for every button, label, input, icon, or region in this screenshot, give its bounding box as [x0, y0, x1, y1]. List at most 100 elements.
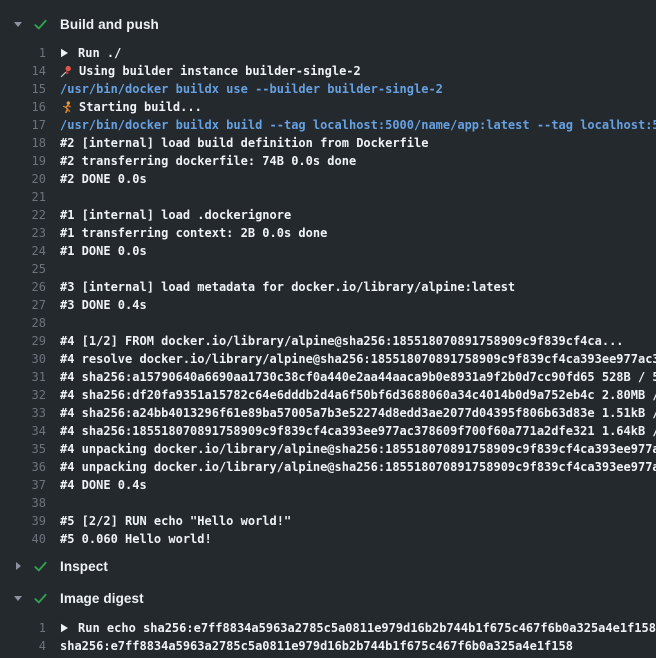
- line-number[interactable]: 27: [0, 296, 46, 314]
- line-number[interactable]: 24: [0, 242, 46, 260]
- log-line: 14 Using builder instance builder-single-…: [0, 62, 656, 80]
- line-number[interactable]: 20: [0, 170, 46, 188]
- log-sections: Build and push1Run ./14Using builder ins…: [0, 12, 656, 655]
- section-header-build-and-push[interactable]: Build and push: [0, 12, 656, 36]
- line-text: #4 unpacking docker.io/library/alpine@sh…: [60, 440, 656, 458]
- line-number[interactable]: 22: [0, 206, 46, 224]
- line-number[interactable]: 18: [0, 134, 46, 152]
- play-icon[interactable]: [60, 48, 69, 58]
- section-title: Inspect: [60, 559, 108, 574]
- log-line: 24 #1 DONE 0.0s: [0, 242, 656, 260]
- line-text-content: #4 sha256:a15790640a6690aa1730c38cf0a440…: [60, 368, 656, 386]
- line-number[interactable]: 30: [0, 350, 46, 368]
- chevron-down-icon[interactable]: [12, 22, 24, 27]
- line-number[interactable]: 28: [0, 314, 46, 332]
- line-text: #5 0.060 Hello world!: [60, 530, 212, 548]
- log-line: 18 #2 [internal] load build definition fr…: [0, 134, 656, 152]
- line-number[interactable]: 15: [0, 80, 46, 98]
- success-check-icon: [33, 591, 50, 606]
- line-text-content: Run ./: [78, 44, 121, 62]
- chevron-right-icon[interactable]: [12, 562, 24, 570]
- line-text-content: Starting build...: [79, 98, 202, 116]
- line-text-content: /usr/bin/docker buildx use --builder bui…: [60, 80, 443, 98]
- log-line: 15/usr/bin/docker buildx use --builder b…: [0, 80, 656, 98]
- line-text: #1 [internal] load .dockerignore: [60, 206, 291, 224]
- line-text-content: #4 sha256:a24bb4013296f61e89ba57005a7b3e…: [60, 404, 656, 422]
- line-number[interactable]: 14: [0, 62, 46, 80]
- line-text: #4 [1/2] FROM docker.io/library/alpine@s…: [60, 332, 624, 350]
- line-text: #5 [2/2] RUN echo "Hello world!": [60, 512, 291, 530]
- line-text-content: #3 DONE 0.4s: [60, 296, 147, 314]
- line-text-content: #4 unpacking docker.io/library/alpine@sh…: [60, 458, 656, 476]
- line-number[interactable]: 34: [0, 422, 46, 440]
- line-number[interactable]: 32: [0, 386, 46, 404]
- line-text: #1 transferring context: 2B 0.0s done: [60, 224, 327, 242]
- play-icon[interactable]: [60, 623, 69, 633]
- log-line: 1 Run echo sha256:e7ff8834a5963a2785c5a08…: [0, 619, 656, 637]
- line-text-content: #5 0.060 Hello world!: [60, 530, 212, 548]
- line-text: /usr/bin/docker buildx use --builder bui…: [60, 80, 443, 98]
- line-number[interactable]: 25: [0, 260, 46, 278]
- line-number[interactable]: 35: [0, 440, 46, 458]
- line-text-content: #1 DONE 0.0s: [60, 242, 147, 260]
- line-text-content: #4 resolve docker.io/library/alpine@sha2…: [60, 350, 656, 368]
- log-lines-image-digest: 1 Run echo sha256:e7ff8834a5963a2785c5a08…: [0, 619, 656, 655]
- chevron-down-icon[interactable]: [12, 596, 24, 601]
- line-number[interactable]: 1: [0, 619, 46, 637]
- section-header-image-digest[interactable]: Image digest: [0, 586, 656, 610]
- line-text-content: Using builder instance builder-single-2: [79, 62, 361, 80]
- line-number[interactable]: 38: [0, 494, 46, 512]
- log-line: 21: [0, 188, 656, 206]
- line-number[interactable]: 37: [0, 476, 46, 494]
- section-header-inspect[interactable]: Inspect: [0, 554, 656, 578]
- line-text-content: #2 [internal] load build definition from…: [60, 134, 428, 152]
- line-number[interactable]: 19: [0, 152, 46, 170]
- line-number[interactable]: 39: [0, 512, 46, 530]
- line-number[interactable]: 17: [0, 116, 46, 134]
- line-number[interactable]: 33: [0, 404, 46, 422]
- line-number[interactable]: 23: [0, 224, 46, 242]
- line-number[interactable]: 36: [0, 458, 46, 476]
- line-text-content: #1 transferring context: 2B 0.0s done: [60, 224, 327, 242]
- line-text-content: #3 [internal] load metadata for docker.i…: [60, 278, 515, 296]
- line-text: #2 [internal] load build definition from…: [60, 134, 428, 152]
- section-title: Image digest: [60, 591, 144, 606]
- line-number[interactable]: 21: [0, 188, 46, 206]
- log-line: 32 #4 sha256:df20fa9351a15782c64e6dddb2d4…: [0, 386, 656, 404]
- line-text: #4 sha256:a24bb4013296f61e89ba57005a7b3e…: [60, 404, 656, 422]
- log-line: 30 #4 resolve docker.io/library/alpine@sh…: [0, 350, 656, 368]
- line-number[interactable]: 26: [0, 278, 46, 296]
- line-text-content: /usr/bin/docker buildx build --tag local…: [60, 116, 656, 134]
- log-line: 1 Run ./: [0, 44, 656, 62]
- line-number[interactable]: 4: [0, 637, 46, 655]
- line-text: #4 sha256:a15790640a6690aa1730c38cf0a440…: [60, 368, 656, 386]
- line-text: sha256:e7ff8834a5963a2785c5a0811e979d16b…: [60, 637, 573, 655]
- log-line: 31 #4 sha256:a15790640a6690aa1730c38cf0a4…: [0, 368, 656, 386]
- log-line: 40 #5 0.060 Hello world!: [0, 530, 656, 548]
- line-number[interactable]: 16: [0, 98, 46, 116]
- line-number[interactable]: 40: [0, 530, 46, 548]
- log-line: 22 #1 [internal] load .dockerignore: [0, 206, 656, 224]
- line-number[interactable]: 31: [0, 368, 46, 386]
- line-text-content: #4 unpacking docker.io/library/alpine@sh…: [60, 440, 656, 458]
- line-text: Run ./: [60, 44, 121, 62]
- line-text-content: #2 DONE 0.0s: [60, 170, 147, 188]
- line-text: /usr/bin/docker buildx build --tag local…: [60, 116, 656, 134]
- line-number[interactable]: 29: [0, 332, 46, 350]
- line-text: Run echo sha256:e7ff8834a5963a2785c5a081…: [60, 619, 656, 637]
- line-text-content: Run echo sha256:e7ff8834a5963a2785c5a081…: [78, 619, 656, 637]
- log-line: 33 #4 sha256:a24bb4013296f61e89ba57005a7b…: [0, 404, 656, 422]
- log-line: 35 #4 unpacking docker.io/library/alpine@…: [0, 440, 656, 458]
- line-number[interactable]: 1: [0, 44, 46, 62]
- line-text: #4 DONE 0.4s: [60, 476, 147, 494]
- line-text: #2 transferring dockerfile: 74B 0.0s don…: [60, 152, 356, 170]
- line-text-content: #4 sha256:185518070891758909c9f839cf4ca3…: [60, 422, 656, 440]
- line-text: #3 [internal] load metadata for docker.i…: [60, 278, 515, 296]
- log-line: 29 #4 [1/2] FROM docker.io/library/alpine…: [0, 332, 656, 350]
- line-text: Starting build...: [60, 98, 202, 116]
- log-line: 25: [0, 260, 656, 278]
- log-line: 28: [0, 314, 656, 332]
- line-text-content: #2 transferring dockerfile: 74B 0.0s don…: [60, 152, 356, 170]
- line-text: #4 sha256:df20fa9351a15782c64e6dddb2d4a6…: [60, 386, 656, 404]
- line-text: Using builder instance builder-single-2: [60, 62, 361, 80]
